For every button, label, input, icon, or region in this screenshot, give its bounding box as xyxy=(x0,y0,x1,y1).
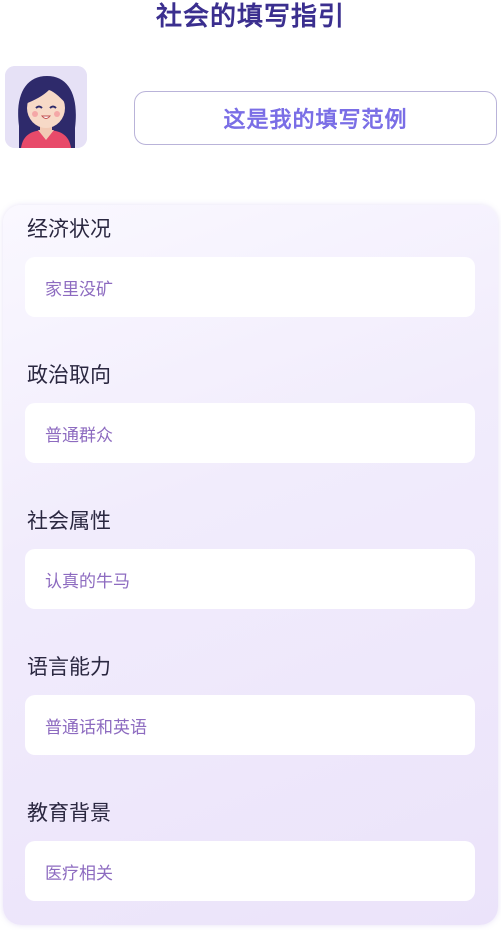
field-label-education: 教育背景 xyxy=(27,801,111,825)
field-label-economic: 经济状况 xyxy=(27,217,111,241)
field-input-political[interactable]: 普通群众 xyxy=(25,403,475,463)
field-label-language: 语言能力 xyxy=(27,655,111,679)
field-input-social[interactable]: 认真的牛马 xyxy=(25,549,475,609)
avatar xyxy=(5,66,87,148)
field-input-education[interactable]: 医疗相关 xyxy=(25,841,475,901)
field-label-political: 政治取向 xyxy=(27,363,111,387)
form-card: 经济状况 家里没矿 政治取向 普通群众 社会属性 认真的牛马 语言能力 普通话和… xyxy=(3,205,498,925)
field-label-social: 社会属性 xyxy=(27,509,111,533)
field-input-language[interactable]: 普通话和英语 xyxy=(25,695,475,755)
girl-avatar-icon xyxy=(5,66,87,148)
view-example-button[interactable]: 这是我的填写范例 xyxy=(134,91,497,145)
page: 社会的填写指引 这是我的填写范例 经济状况 家里没矿 政治取向 普通群众 社会属… xyxy=(0,0,501,930)
field-input-economic[interactable]: 家里没矿 xyxy=(25,257,475,317)
page-title: 社会的填写指引 xyxy=(155,2,345,32)
